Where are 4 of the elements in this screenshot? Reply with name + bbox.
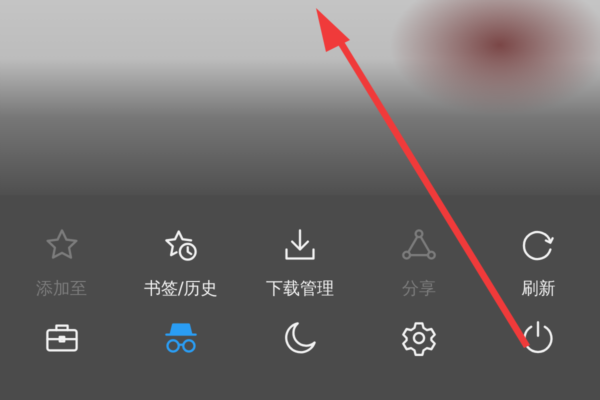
menu-item[interactable]: 书签/历史 (121, 227, 240, 300)
menu-item[interactable]: 下载管理 (240, 227, 360, 300)
menu-item[interactable]: 刷新 (478, 227, 598, 300)
gear-icon (401, 320, 438, 356)
